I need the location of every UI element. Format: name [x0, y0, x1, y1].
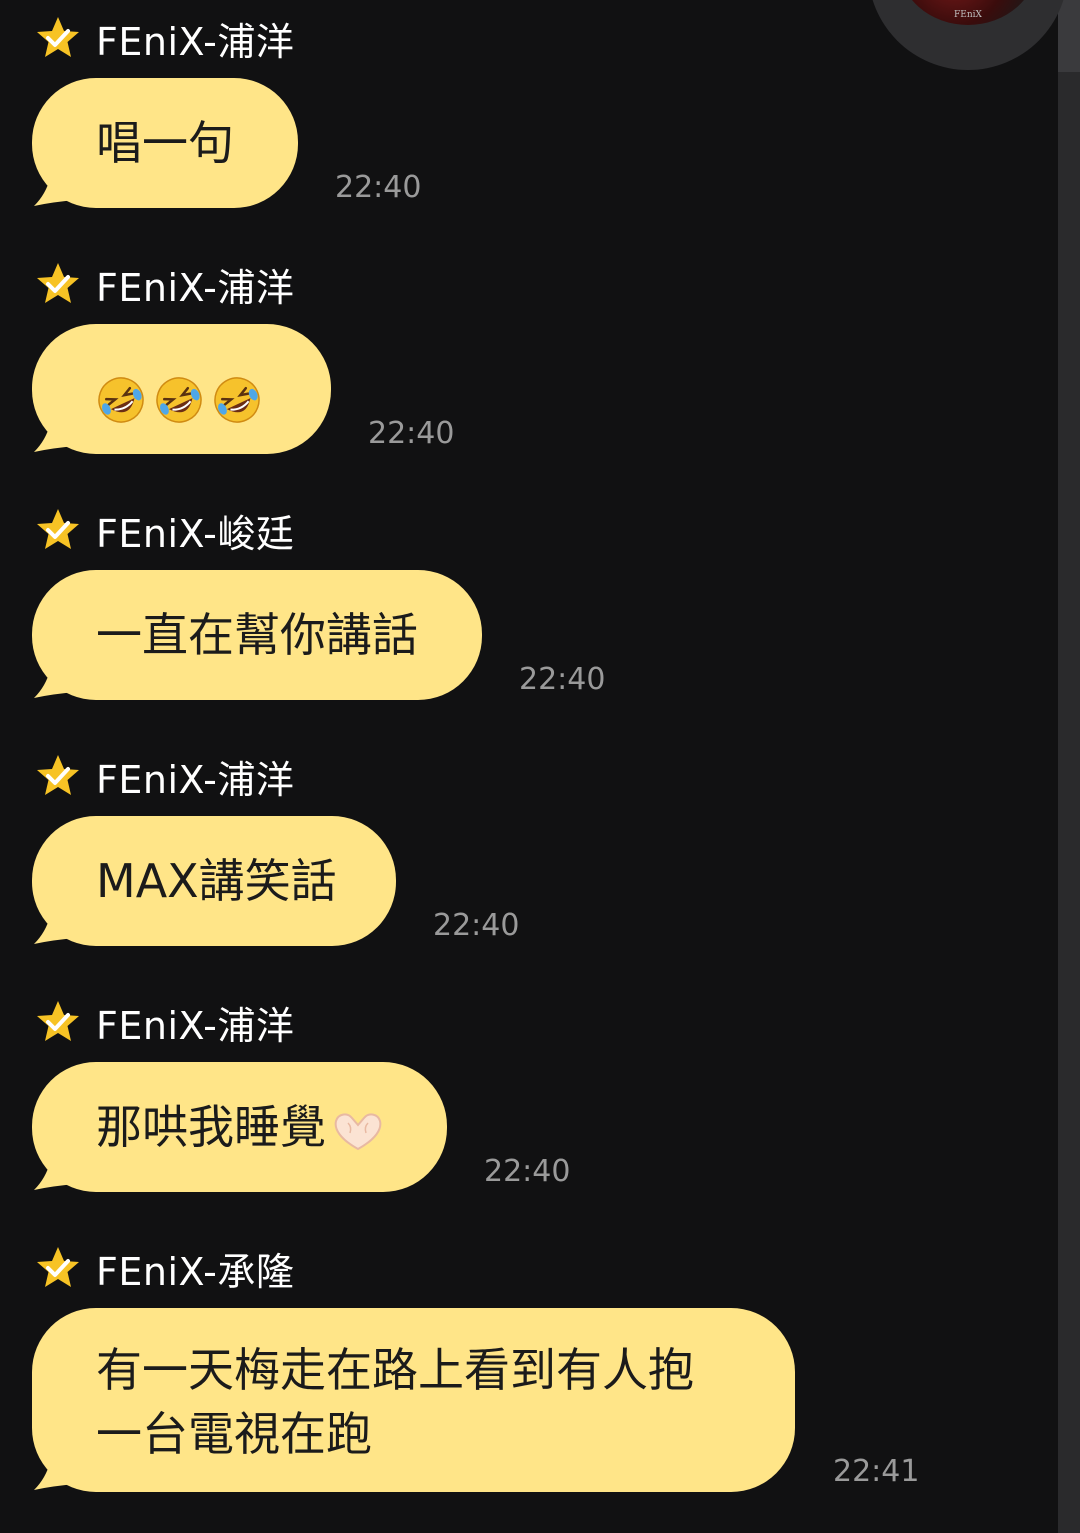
sender-row: FEniX-浦洋 [34, 992, 294, 1052]
star-icon [37, 755, 79, 795]
message-text: 一直在幫你講話 [96, 608, 418, 662]
bubble-tail [34, 178, 76, 206]
sender-name[interactable]: FEniX-浦洋 [96, 749, 294, 804]
star-icon [37, 263, 79, 303]
timestamp: 22:40 [433, 908, 520, 943]
message-bubble[interactable]: MAX講笑話 [32, 816, 396, 946]
scrollbar-track[interactable] [1058, 0, 1080, 1533]
star-icon [37, 509, 79, 549]
star-icon [37, 1001, 79, 1041]
star-icon [37, 1247, 79, 1287]
message-text: 那哄我睡覺 [96, 1100, 326, 1154]
message-text-line: 一台電視在跑 [96, 1407, 372, 1461]
star-icon [37, 17, 79, 57]
message: FEniX-浦洋 MAX講笑話 22:40 [0, 746, 1050, 956]
rolling-laughing-emoji-icon [214, 376, 260, 423]
sender-name[interactable]: FEniX-峻廷 [96, 503, 294, 558]
message-text: 唱一句 [96, 116, 234, 170]
bubble-tail [34, 1162, 76, 1190]
message-bubble[interactable]: 一直在幫你講話 [32, 570, 482, 700]
timestamp: 22:40 [368, 416, 455, 451]
sender-row: FEniX-浦洋 [34, 746, 294, 806]
scrollbar-thumb[interactable] [1058, 0, 1080, 72]
bubble-tail [34, 670, 76, 698]
sender-name[interactable]: FEniX-浦洋 [96, 11, 294, 66]
timestamp: 22:40 [335, 170, 422, 205]
message-text-line: 有一天梅走在路上看到有人抱 [96, 1343, 694, 1397]
message: FEniX-浦洋 22:40 [0, 254, 1050, 464]
sender-row: FEniX-峻廷 [34, 500, 294, 560]
bubble-tail [34, 916, 76, 944]
message: FEniX-浦洋 唱一句 22:40 [0, 8, 1050, 218]
sender-name[interactable]: FEniX-承隆 [96, 1241, 294, 1296]
sender-name[interactable]: FEniX-浦洋 [96, 257, 294, 312]
heart-hands-emoji-icon [334, 1112, 382, 1150]
message-bubble[interactable]: 有一天梅走在路上看到有人抱 一台電視在跑 [32, 1308, 795, 1492]
message: FEniX-承隆 有一天梅走在路上看到有人抱 一台電視在跑 22:41 [0, 1238, 1050, 1528]
message: FEniX-浦洋 那哄我睡覺 22:40 [0, 992, 1050, 1202]
bubble-tail [34, 424, 76, 452]
sender-name[interactable]: FEniX-浦洋 [96, 995, 294, 1050]
message-text: MAX講笑話 [96, 854, 337, 908]
message-bubble[interactable] [32, 324, 331, 454]
message-bubble[interactable]: 那哄我睡覺 [32, 1062, 447, 1192]
timestamp: 22:41 [833, 1454, 920, 1489]
message: FEniX-峻廷 一直在幫你講話 22:40 [0, 500, 1050, 710]
timestamp: 22:40 [519, 662, 606, 697]
timestamp: 22:40 [484, 1154, 571, 1189]
sender-row: FEniX-浦洋 [34, 254, 294, 314]
sender-row: FEniX-浦洋 [34, 8, 294, 68]
rolling-laughing-emoji-icon [156, 376, 202, 423]
rolling-laughing-emoji-icon [98, 376, 144, 423]
sender-row: FEniX-承隆 [34, 1238, 294, 1298]
bubble-tail [34, 1462, 76, 1490]
